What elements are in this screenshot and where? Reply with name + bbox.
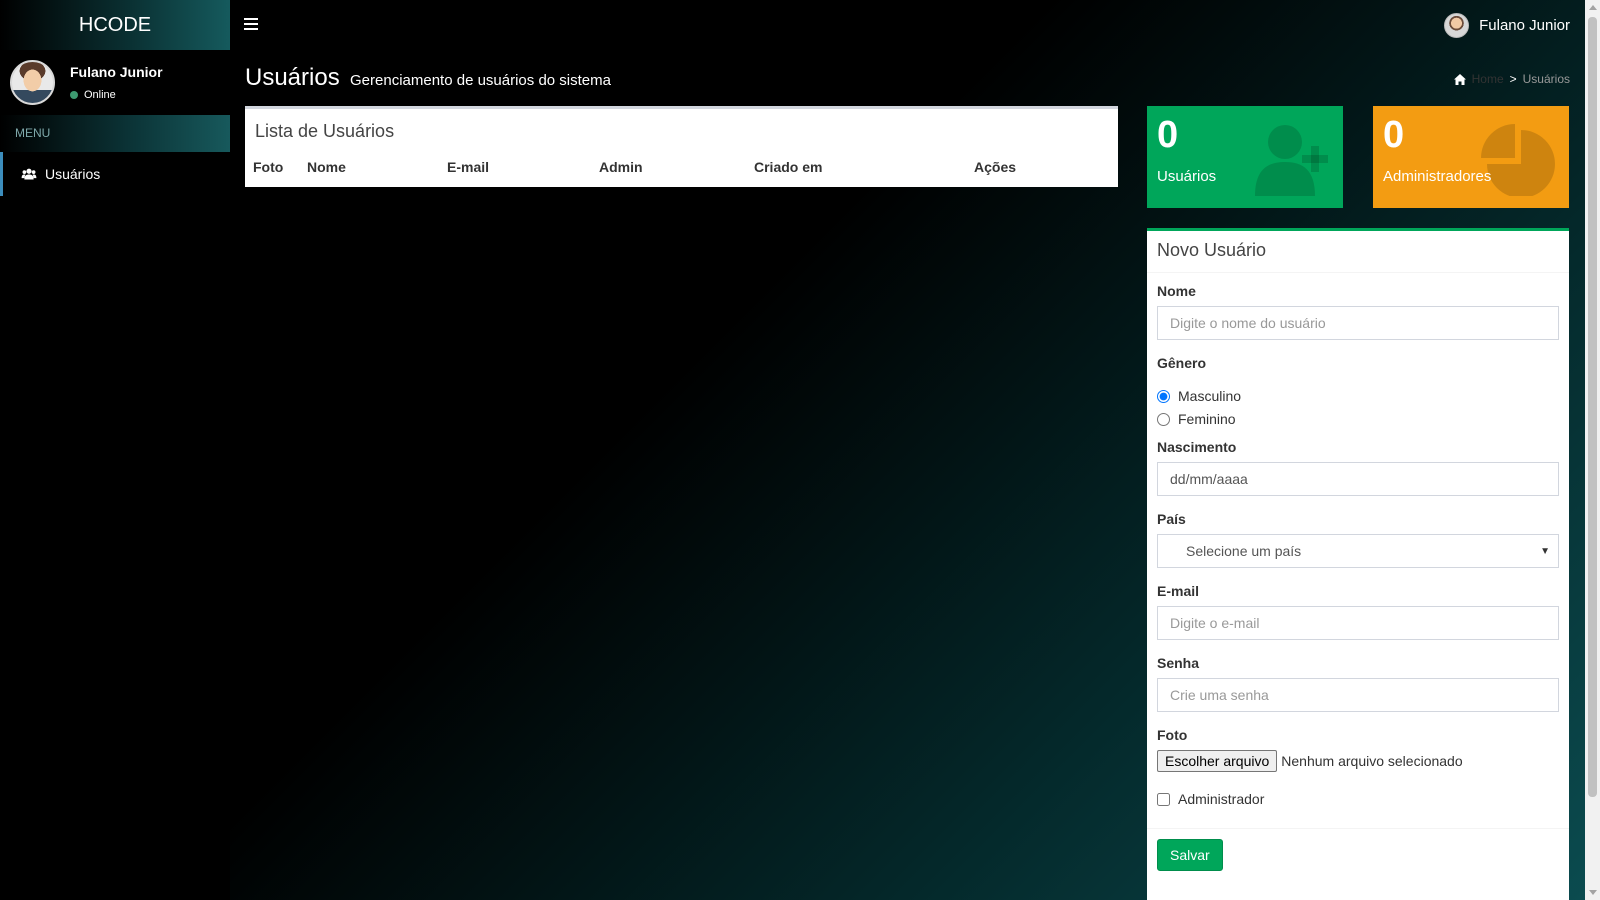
users-count-box: 0 Usuários [1147,106,1343,208]
column-header-foto: Foto [253,159,284,175]
breadcrumb-separator: > [1509,72,1517,86]
admins-count-box: 0 Administradores [1373,106,1569,208]
avatar [1444,13,1470,38]
menu-header: MENU [0,115,230,152]
column-header-admin: Admin [599,159,643,175]
gender-radio-feminino[interactable] [1157,412,1170,426]
gender-radio-masculino[interactable] [1157,389,1170,403]
file-status-text: Nenhum arquivo selecionado [1281,753,1463,769]
table-header-row: Foto Nome E-mail Admin Criado em Ações [245,153,1118,181]
column-header-acoes: Ações [974,159,1017,175]
page-title: Usuários [245,64,340,91]
users-count-label: Usuários [1157,168,1217,185]
users-count: 0 [1157,114,1179,156]
birth-label: Nascimento [1157,439,1237,455]
gender-option-label: Feminino [1178,411,1236,427]
sidebar-user-name: Fulano Junior [70,64,163,80]
users-list-box: Lista de Usuários Foto Nome E-mail Admin… [245,106,1118,187]
users-table: Foto Nome E-mail Admin Criado em Ações [245,153,1118,181]
header-user-name: Fulano Junior [1479,17,1570,34]
gender-option-masculino[interactable]: Masculino [1157,388,1559,404]
admin-checkbox-row[interactable]: Administrador [1157,791,1559,807]
gender-label: Gênero [1157,355,1207,371]
password-field[interactable] [1157,678,1559,712]
gender-option-feminino[interactable]: Feminino [1157,411,1559,427]
users-list-title: Lista de Usuários [255,121,395,141]
country-label: País [1157,511,1186,527]
column-header-email: E-mail [447,159,490,175]
status-dot-icon [70,91,78,99]
column-header-nome: Nome [307,159,346,175]
sidebar-user-panel: Fulano Junior Online [0,50,230,115]
home-icon [1453,73,1466,85]
app-logo[interactable]: HCODE [0,0,230,50]
admin-checkbox-label: Administrador [1178,791,1265,807]
breadcrumb: Home > Usuários [1453,72,1570,86]
admins-count: 0 [1383,114,1405,156]
form-footer: Salvar [1147,828,1569,881]
menu-toggle-icon[interactable] [244,18,258,32]
admin-checkbox[interactable] [1157,792,1170,806]
column-header-criado-em: Criado em [754,159,823,175]
avatar [10,60,55,105]
scroll-down-icon[interactable] [1589,890,1597,895]
scroll-thumb[interactable] [1588,17,1597,797]
save-button[interactable]: Salvar [1157,839,1223,871]
choose-file-button[interactable]: Escolher arquivo [1157,750,1278,772]
status-text: Online [84,89,116,101]
new-user-form-box: Novo Usuário Nome Gênero Masculino Femin… [1147,228,1569,900]
page-subtitle: Gerenciamento de usuários do sistema [350,72,611,89]
form-title: Novo Usuário [1147,231,1569,273]
users-icon [21,168,37,180]
photo-file-input[interactable]: Escolher arquivo Nenhum arquivo selecion… [1157,750,1559,772]
form-body: Nome Gênero Masculino Feminino Nasciment… [1147,273,1569,807]
chevron-down-icon: ▼ [1540,546,1550,557]
admins-count-label: Administradores [1383,168,1492,185]
header-user-menu[interactable]: Fulano Junior [1444,13,1570,38]
breadcrumb-home-link[interactable]: Home [1472,72,1504,86]
password-label: Senha [1157,655,1200,671]
breadcrumb-current: Usuários [1522,72,1570,86]
sidebar: Fulano Junior Online MENU Usuários [0,50,230,900]
sidebar-item-label: Usuários [45,166,101,182]
country-select[interactable]: Selecione um país ▼ [1157,534,1559,568]
sidebar-item-usuarios[interactable]: Usuários [0,152,230,196]
country-selected-value: Selecione um país [1186,543,1302,559]
online-status: Online [70,89,116,101]
name-label: Nome [1157,283,1196,299]
gender-option-label: Masculino [1178,388,1242,404]
email-label: E-mail [1157,583,1200,599]
photo-label: Foto [1157,727,1188,743]
email-field[interactable] [1157,606,1559,640]
page-scrollbar[interactable] [1585,0,1600,900]
scroll-up-icon[interactable] [1589,5,1597,10]
user-plus-icon [1255,125,1328,196]
birth-date-field[interactable] [1157,462,1559,496]
name-field[interactable] [1157,306,1559,340]
